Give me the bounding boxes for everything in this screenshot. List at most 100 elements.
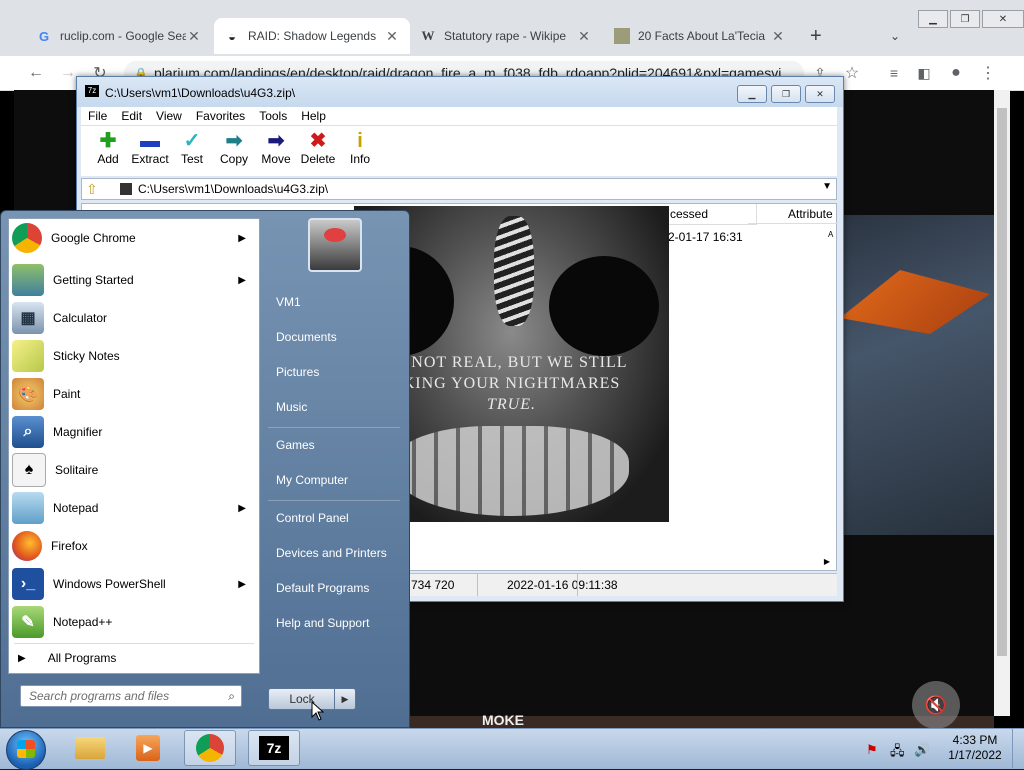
submenu-arrow-icon: ▶ xyxy=(238,232,246,244)
check-icon: ✓ xyxy=(183,130,201,152)
scroll-right-icon[interactable]: ▶ xyxy=(824,557,830,566)
move-button[interactable]: ➡ Move xyxy=(254,130,298,166)
column-attributes[interactable]: Attribute xyxy=(748,204,838,224)
extract-button[interactable]: ▬ Extract xyxy=(128,130,172,166)
tab-google-search[interactable]: G ruclip.com - Google Sea ✕ xyxy=(26,18,212,54)
start-item-control-panel[interactable]: Control Panel xyxy=(276,511,349,525)
program-windows-powershell[interactable]: ›_ Windows PowerShell ▶ xyxy=(10,566,258,602)
volume-icon[interactable]: 🔊 xyxy=(914,742,930,758)
chrome-icon xyxy=(196,734,224,762)
program-solitaire[interactable]: ♠ Solitaire xyxy=(10,452,258,488)
taskbar-clock[interactable]: 4:33 PM 1/17/2022 xyxy=(940,733,1010,763)
close-icon[interactable]: ✕ xyxy=(805,85,835,103)
menu-view[interactable]: View xyxy=(149,107,189,125)
calculator-icon: ▦ xyxy=(12,302,44,334)
minimize-icon[interactable]: ▁ xyxy=(737,85,767,103)
start-item-vm1[interactable]: VM1 xyxy=(276,295,301,309)
program-calculator[interactable]: ▦ Calculator xyxy=(10,300,258,336)
delete-button[interactable]: ✖ Delete xyxy=(296,130,340,166)
shutdown-options-arrow-icon[interactable]: ▶ xyxy=(334,688,356,710)
lock-button[interactable]: Lock xyxy=(268,688,336,710)
close-icon[interactable]: ✕ xyxy=(384,28,400,45)
back-icon[interactable]: ← xyxy=(24,61,48,85)
tab-wikipedia[interactable]: W Statutory rape - Wikipe ✕ xyxy=(410,18,602,54)
skull-eye-right xyxy=(549,256,659,356)
program-notepad-plus-plus[interactable]: ✎ Notepad++ xyxy=(10,604,258,640)
menu-help[interactable]: Help xyxy=(294,107,333,125)
info-button[interactable]: i Info xyxy=(338,130,382,166)
all-programs-button[interactable]: ▶ All Programs xyxy=(10,640,258,676)
start-item-devices-and-printers[interactable]: Devices and Printers xyxy=(276,546,387,560)
7zip-titlebar[interactable]: 7z C:\Users\vm1\Downloads\u4G3.zip\ ▁ ❐ … xyxy=(77,77,843,107)
program-sticky-notes[interactable]: Sticky Notes xyxy=(10,338,258,374)
taskbar-7zip[interactable]: 7z xyxy=(248,730,300,766)
menu-favorites[interactable]: Favorites xyxy=(189,107,252,125)
tab-title: ruclip.com - Google Sea xyxy=(60,29,186,43)
mute-button[interactable]: 🔇 xyxy=(912,681,960,729)
copy-button[interactable]: ➡ Copy xyxy=(212,130,256,166)
tab-raid[interactable]: ◒ RAID: Shadow Legends ✕ xyxy=(214,18,410,54)
dropdown-arrow-icon[interactable]: ▼ xyxy=(822,181,832,192)
folder-up-icon[interactable]: ⇧ xyxy=(86,181,98,198)
menu-edit[interactable]: Edit xyxy=(114,107,149,125)
submenu-arrow-icon: ▶ xyxy=(238,274,246,286)
close-icon[interactable]: ✕ xyxy=(770,28,786,45)
taskbar-chrome[interactable] xyxy=(184,730,236,766)
info-icon: i xyxy=(357,130,363,152)
new-tab-button[interactable]: + xyxy=(800,18,832,54)
profile-icon[interactable]: ● xyxy=(944,61,968,85)
scrollbar-thumb[interactable] xyxy=(997,108,1007,656)
start-item-documents[interactable]: Documents xyxy=(276,330,337,344)
column-accessed[interactable]: cessed xyxy=(666,204,757,225)
taskbar-media-player[interactable]: ▶ xyxy=(122,730,174,766)
start-item-pictures[interactable]: Pictures xyxy=(276,365,319,379)
start-item-music[interactable]: Music xyxy=(276,400,307,414)
path-text: C:\Users\vm1\Downloads\u4G3.zip\ xyxy=(138,182,329,196)
program-getting-started[interactable]: Getting Started ▶ xyxy=(10,262,258,298)
reading-list-icon[interactable]: ≡ xyxy=(882,61,906,85)
status-date: 2022-01-16 09:11:38 xyxy=(507,578,618,592)
show-desktop-button[interactable] xyxy=(1012,729,1024,768)
restore-icon[interactable]: ❐ xyxy=(950,10,980,28)
close-icon[interactable]: ✕ xyxy=(186,28,202,45)
menu-icon[interactable]: ⋮ xyxy=(976,61,1000,85)
minimize-icon[interactable]: ▁ xyxy=(918,10,948,28)
start-item-help-and-support[interactable]: Help and Support xyxy=(276,616,369,630)
restore-icon[interactable]: ❐ xyxy=(771,85,801,103)
window-title: C:\Users\vm1\Downloads\u4G3.zip\ xyxy=(105,86,296,100)
program-notepad[interactable]: Notepad ▶ xyxy=(10,490,258,526)
separator xyxy=(268,500,400,501)
path-bar[interactable]: ⇧ C:\Users\vm1\Downloads\u4G3.zip\ ▼ xyxy=(81,178,837,200)
menu-file[interactable]: File xyxy=(81,107,114,125)
add-button[interactable]: ✚ Add xyxy=(86,130,130,166)
delete-x-icon: ✖ xyxy=(309,130,327,152)
side-panel-icon[interactable]: ◧ xyxy=(912,61,936,85)
start-item-default-programs[interactable]: Default Programs xyxy=(276,581,369,595)
program-firefox[interactable]: Firefox xyxy=(10,528,258,564)
row-accessed[interactable]: 2-01-17 16:31 xyxy=(668,230,743,244)
user-avatar[interactable] xyxy=(308,218,362,272)
network-icon[interactable]: 🖧 xyxy=(890,742,905,764)
skull-nose xyxy=(494,216,534,326)
taskbar-explorer[interactable] xyxy=(64,730,116,766)
raid-icon: ◒ xyxy=(228,28,236,44)
submenu-arrow-icon: ▶ xyxy=(238,502,246,514)
7zip-toolbar: ✚ Add ▬ Extract ✓ Test ➡ Copy ➡ Move ✖ Delete … xyxy=(81,125,837,176)
close-icon[interactable]: ✕ xyxy=(982,10,1024,28)
banner-text: MOKE xyxy=(482,712,524,728)
start-search-input[interactable]: Search programs and files ⌕ xyxy=(20,685,242,707)
clock-date: 1/17/2022 xyxy=(948,748,1002,762)
menu-tools[interactable]: Tools xyxy=(252,107,294,125)
tab-facts[interactable]: 20 Facts About La'Tecia ✕ xyxy=(604,18,796,54)
action-center-icon[interactable]: ⚑ xyxy=(866,742,878,758)
tab-search-icon[interactable]: ⌄ xyxy=(880,18,910,54)
wikipedia-icon: W xyxy=(421,28,435,43)
start-item-games[interactable]: Games xyxy=(276,438,315,452)
start-button[interactable] xyxy=(6,730,46,770)
program-magnifier[interactable]: ⌕ Magnifier xyxy=(10,414,258,450)
start-item-my-computer[interactable]: My Computer xyxy=(276,473,348,487)
program-google-chrome[interactable]: Google Chrome ▶ xyxy=(10,220,258,256)
test-button[interactable]: ✓ Test xyxy=(170,130,214,166)
program-paint[interactable]: 🎨 Paint xyxy=(10,376,258,412)
close-icon[interactable]: ✕ xyxy=(576,28,592,45)
